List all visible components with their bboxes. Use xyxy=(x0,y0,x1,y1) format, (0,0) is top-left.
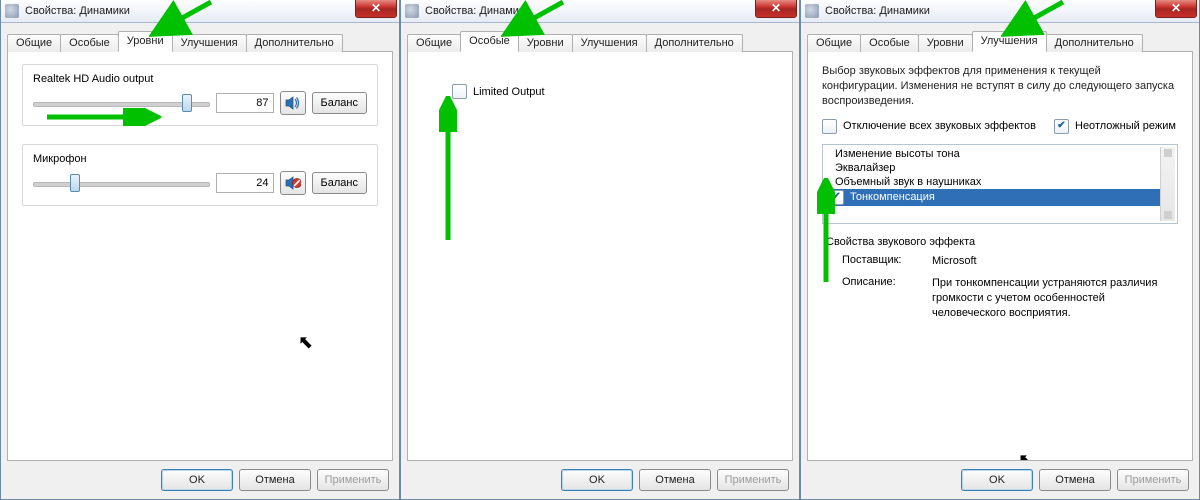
effect-item-equalizer[interactable]: Эквалайзер xyxy=(825,161,1175,175)
window-levels: Свойства: Динамики ✕ Общие Особые Уровни… xyxy=(0,0,400,500)
tab-advanced[interactable]: Дополнительно xyxy=(1046,34,1143,52)
titlebar[interactable]: Свойства: Динамики ✕ xyxy=(801,0,1199,23)
volume-value-mic[interactable] xyxy=(216,173,274,193)
cancel-button[interactable]: Отмена xyxy=(1039,469,1111,491)
window-enhancements: Свойства: Динамики ✕ Общие Особые Уровни… xyxy=(800,0,1200,500)
tab-enhancements[interactable]: Улучшения xyxy=(572,34,647,52)
effect-item-headphone-virt[interactable]: Объемный звук в наушниках xyxy=(825,175,1175,189)
panel-levels: Realtek HD Audio output xyxy=(7,52,393,461)
tabbar: Общие Особые Уровни Улучшения Дополнител… xyxy=(7,29,393,52)
tab-advanced[interactable]: Дополнительно xyxy=(246,34,343,52)
volume-value-speaker[interactable] xyxy=(216,93,274,113)
balance-button-mic[interactable]: Баланс xyxy=(312,172,367,194)
effect-label: Эквалайзер xyxy=(835,162,895,174)
panel-custom: Limited Output xyxy=(407,52,793,461)
limited-output-label: Limited Output xyxy=(473,86,545,98)
limited-output-checkbox[interactable]: Limited Output xyxy=(452,84,778,99)
app-icon xyxy=(805,4,819,18)
effect-label: Тонкомпенсация xyxy=(850,191,935,203)
effect-item-loudness[interactable]: Тонкомпенсация xyxy=(825,189,1175,206)
disable-all-label: Отключение всех звуковых эффектов xyxy=(843,120,1036,132)
tab-levels[interactable]: Уровни xyxy=(118,31,173,52)
tab-levels[interactable]: Уровни xyxy=(518,34,573,52)
level-speaker: Realtek HD Audio output xyxy=(22,64,378,126)
tab-levels[interactable]: Уровни xyxy=(918,34,973,52)
close-button[interactable]: ✕ xyxy=(755,0,797,18)
description-label: Описание: xyxy=(842,276,922,321)
apply-button[interactable]: Применить xyxy=(317,469,389,491)
tab-enhancements[interactable]: Улучшения xyxy=(172,34,247,52)
tab-custom[interactable]: Особые xyxy=(860,34,919,52)
titlebar[interactable]: Свойства: Динамики ✕ xyxy=(1,0,399,23)
effect-item-pitch[interactable]: Изменение высоты тона xyxy=(825,147,1175,161)
close-button[interactable]: ✕ xyxy=(1155,0,1197,18)
tabbar: Общие Особые Уровни Улучшения Дополнител… xyxy=(807,29,1193,52)
ok-button[interactable]: OK xyxy=(961,469,1033,491)
window-custom: Свойства: Динамики ✕ Общие Особые Уровни… xyxy=(400,0,800,500)
app-icon xyxy=(5,4,19,18)
app-icon xyxy=(405,4,419,18)
ok-button[interactable]: OK xyxy=(561,469,633,491)
level-label-speaker: Realtek HD Audio output xyxy=(33,73,367,85)
cancel-button[interactable]: Отмена xyxy=(239,469,311,491)
cancel-button[interactable]: Отмена xyxy=(639,469,711,491)
balance-button-speaker[interactable]: Баланс xyxy=(312,92,367,114)
mouse-cursor-icon: ⬉ xyxy=(1018,450,1033,461)
description-value: При тонкомпенсации устраняются различия … xyxy=(932,276,1172,321)
tab-general[interactable]: Общие xyxy=(807,34,861,52)
tabbar: Общие Особые Уровни Улучшения Дополнител… xyxy=(407,29,793,52)
window-title: Свойства: Динамики xyxy=(25,5,130,17)
close-button[interactable]: ✕ xyxy=(355,0,397,18)
tab-general[interactable]: Общие xyxy=(407,34,461,52)
window-title: Свойства: Динамики xyxy=(425,5,530,17)
speaker-icon[interactable] xyxy=(280,91,306,115)
enh-description: Выбор звуковых эффектов для применения к… xyxy=(822,64,1178,109)
ok-button[interactable]: OK xyxy=(161,469,233,491)
tab-advanced[interactable]: Дополнительно xyxy=(646,34,743,52)
panel-enhancements: Выбор звуковых эффектов для применения к… xyxy=(807,52,1193,461)
disable-all-effects-checkbox[interactable]: Отключение всех звуковых эффектов xyxy=(822,119,1036,134)
volume-slider-speaker[interactable] xyxy=(33,94,210,112)
tab-general[interactable]: Общие xyxy=(7,34,61,52)
volume-slider-mic[interactable] xyxy=(33,174,210,192)
immediate-mode-checkbox[interactable]: Неотложный режим xyxy=(1054,119,1176,134)
tab-custom[interactable]: Особые xyxy=(60,34,119,52)
mic-muted-icon[interactable] xyxy=(280,171,306,195)
immediate-mode-label: Неотложный режим xyxy=(1075,120,1176,132)
tab-enhancements[interactable]: Улучшения xyxy=(972,31,1047,52)
level-label-mic: Микрофон xyxy=(33,153,367,165)
titlebar[interactable]: Свойства: Динамики ✕ xyxy=(401,0,799,23)
provider-value: Microsoft xyxy=(932,254,1172,269)
scrollbar[interactable] xyxy=(1160,147,1175,221)
mouse-cursor-icon: ⬉ xyxy=(298,332,313,353)
window-title: Свойства: Динамики xyxy=(825,5,930,17)
effects-listbox[interactable]: Изменение высоты тона Эквалайзер Объемны… xyxy=(822,144,1178,224)
level-mic: Микрофон xyxy=(22,144,378,206)
effect-label: Изменение высоты тона xyxy=(835,148,960,160)
tab-custom[interactable]: Особые xyxy=(460,31,519,52)
effect-props-title: Свойства звукового эффекта xyxy=(826,236,1178,248)
provider-label: Поставщик: xyxy=(842,254,922,269)
apply-button[interactable]: Применить xyxy=(717,469,789,491)
apply-button[interactable]: Применить xyxy=(1117,469,1189,491)
effect-label: Объемный звук в наушниках xyxy=(835,176,981,188)
